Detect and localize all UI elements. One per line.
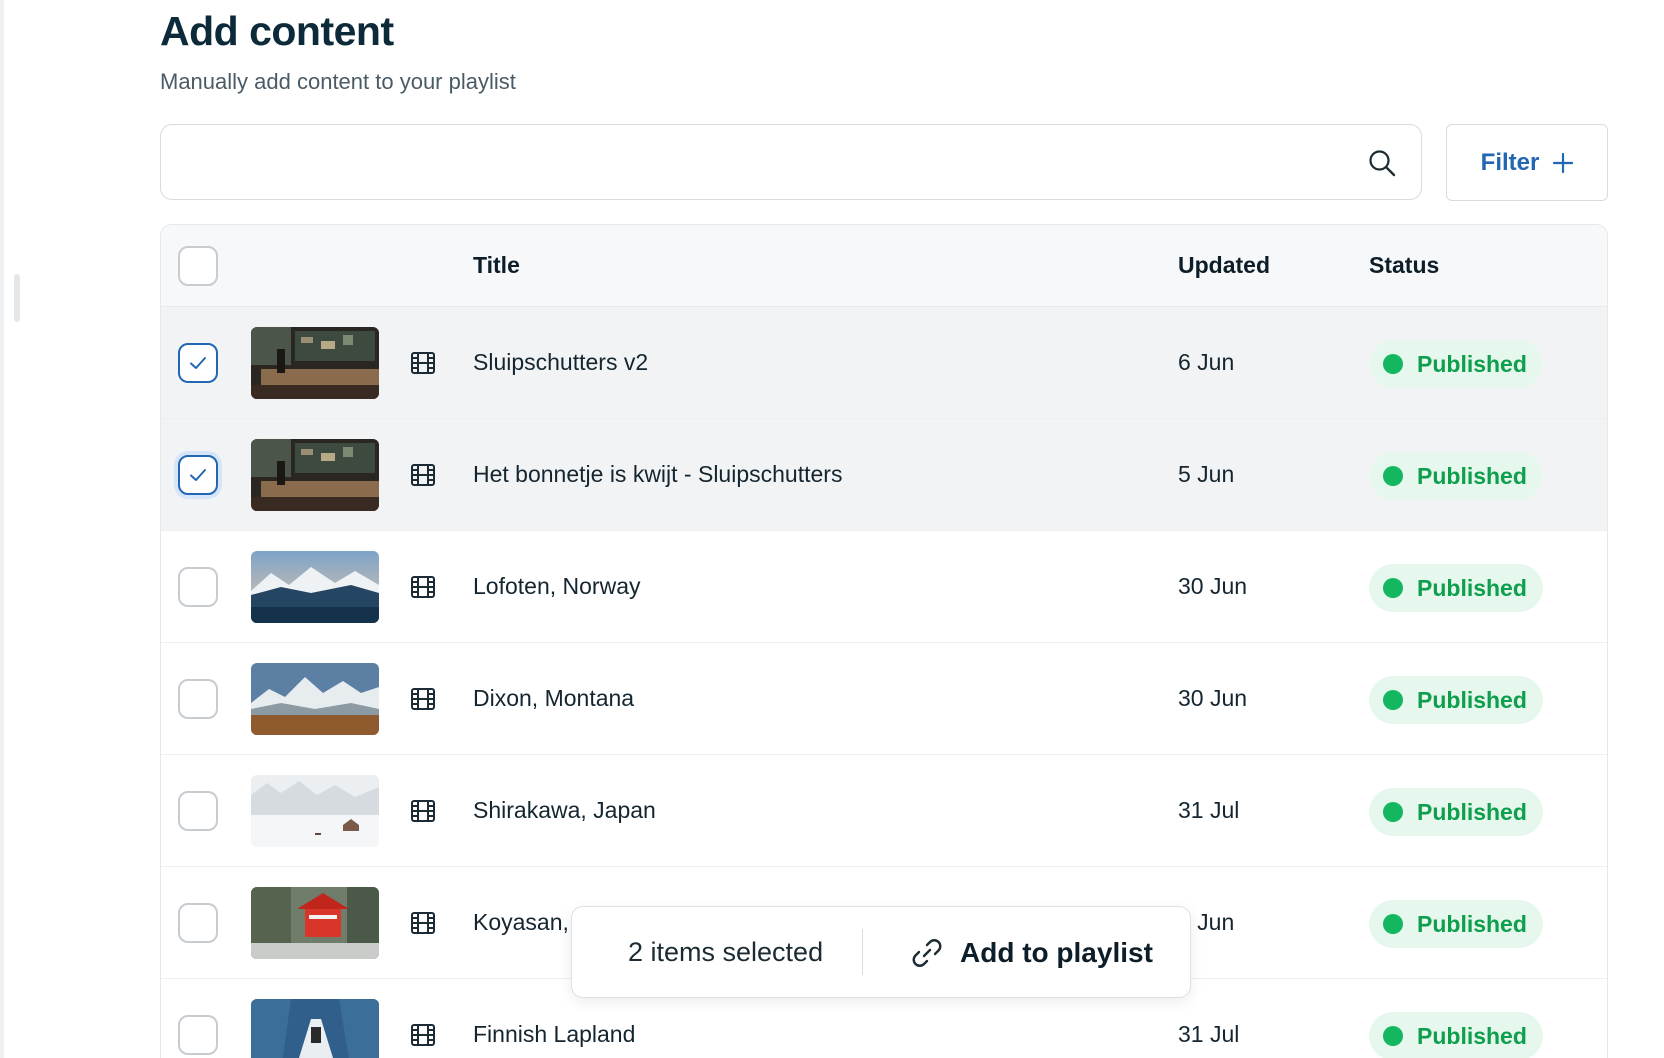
row-updated: 31 Jul	[1178, 797, 1240, 823]
status-badge: Published	[1369, 340, 1543, 388]
row-title: Dixon, Montana	[473, 685, 635, 711]
row-title: Koyasan,	[473, 909, 569, 935]
film-icon	[411, 688, 435, 710]
page-subtitle: Manually add content to your playlist	[160, 69, 516, 94]
add-content-page: Add content Manually add content to your…	[0, 0, 1664, 1058]
row-checkbox[interactable]	[178, 791, 218, 831]
status-text: Published	[1417, 462, 1527, 489]
status-dot-icon	[1383, 354, 1403, 374]
check-icon	[190, 357, 206, 369]
status-dot-icon	[1383, 914, 1403, 934]
row-checkbox[interactable]	[178, 343, 218, 383]
row-updated: 30 Jun	[1178, 685, 1248, 711]
link-icon	[912, 939, 942, 967]
row-updated: 30 Jun	[1178, 573, 1248, 599]
content-thumbnail	[251, 775, 379, 847]
table-row[interactable]: Dixon, Montana 30 Jun Published	[161, 643, 1607, 755]
film-icon	[411, 800, 435, 822]
row-title: Shirakawa, Japan	[473, 797, 656, 823]
table-row[interactable]: Lofoten, Norway 30 Jun Published	[161, 531, 1607, 643]
search-box	[160, 124, 1422, 200]
film-icon	[411, 352, 435, 374]
row-checkbox[interactable]	[178, 903, 218, 943]
status-text: Published	[1417, 686, 1527, 713]
side-panel-edge	[0, 0, 4, 1058]
status-text: Published	[1417, 574, 1527, 601]
table-header: Title Updated Status	[161, 225, 1607, 307]
status-text: Published	[1417, 1022, 1527, 1049]
status-dot-icon	[1383, 466, 1403, 486]
row-title: Sluipschutters v2	[473, 349, 649, 375]
table-row[interactable]: Sluipschutters v2 6 Jun Published	[161, 307, 1607, 419]
film-icon	[411, 576, 435, 598]
film-icon	[411, 912, 435, 934]
status-badge: Published	[1369, 900, 1543, 948]
content-thumbnail	[251, 551, 379, 623]
plus-icon	[1553, 152, 1574, 173]
content-thumbnail	[251, 887, 379, 959]
status-text: Published	[1417, 798, 1527, 825]
filter-button-label: Filter	[1480, 148, 1540, 176]
search-icon[interactable]	[1367, 148, 1397, 178]
check-icon	[190, 469, 206, 481]
row-title: Het bonnetje is kwijt - Sluipschutters	[473, 461, 843, 487]
row-checkbox[interactable]	[178, 455, 218, 495]
film-icon	[411, 464, 435, 486]
status-badge: Published	[1369, 788, 1543, 836]
column-header-title[interactable]: Title	[473, 252, 520, 279]
status-dot-icon	[1383, 1026, 1403, 1046]
content-thumbnail	[251, 999, 379, 1058]
column-header-status[interactable]: Status	[1369, 252, 1439, 279]
status-dot-icon	[1383, 802, 1403, 822]
content-thumbnail	[251, 663, 379, 735]
add-to-playlist-label: Add to playlist	[960, 937, 1153, 968]
content-thumbnail	[251, 439, 379, 511]
row-checkbox[interactable]	[178, 679, 218, 719]
row-checkbox[interactable]	[178, 567, 218, 607]
film-icon	[411, 1024, 435, 1046]
page-title: Add content	[160, 8, 394, 54]
row-updated: 31 Jul	[1178, 1021, 1240, 1047]
row-updated: 6 Jun	[1178, 349, 1235, 375]
selected-count: 2 items selected	[628, 937, 824, 967]
page-header: Add content Manually add content to your…	[160, 8, 516, 95]
status-badge: Published	[1369, 564, 1543, 612]
resize-handle[interactable]	[14, 274, 20, 322]
status-badge: Published	[1369, 1012, 1543, 1058]
status-dot-icon	[1383, 690, 1403, 710]
status-badge: Published	[1369, 676, 1543, 724]
filter-button[interactable]: Filter	[1446, 124, 1608, 201]
select-all-checkbox[interactable]	[178, 246, 218, 286]
table-row[interactable]: Het bonnetje is kwijt - Sluipschutters 5…	[161, 419, 1607, 531]
status-dot-icon	[1383, 578, 1403, 598]
row-title: Finnish Lapland	[473, 1021, 636, 1047]
status-badge: Published	[1369, 452, 1543, 500]
bar-divider	[862, 929, 863, 975]
selection-action-bar: 2 items selected Add to playlist	[571, 906, 1191, 998]
content-thumbnail	[251, 327, 379, 399]
row-checkbox[interactable]	[178, 1015, 218, 1055]
row-title: Lofoten, Norway	[473, 573, 641, 599]
table-row[interactable]: Shirakawa, Japan 31 Jul Published	[161, 755, 1607, 867]
status-text: Published	[1417, 350, 1527, 377]
column-header-updated[interactable]: Updated	[1178, 252, 1270, 279]
status-text: Published	[1417, 910, 1527, 937]
search-input[interactable]	[179, 141, 1359, 183]
row-updated: 5 Jun	[1178, 461, 1235, 487]
add-to-playlist-button[interactable]: Add to playlist	[910, 929, 1153, 977]
